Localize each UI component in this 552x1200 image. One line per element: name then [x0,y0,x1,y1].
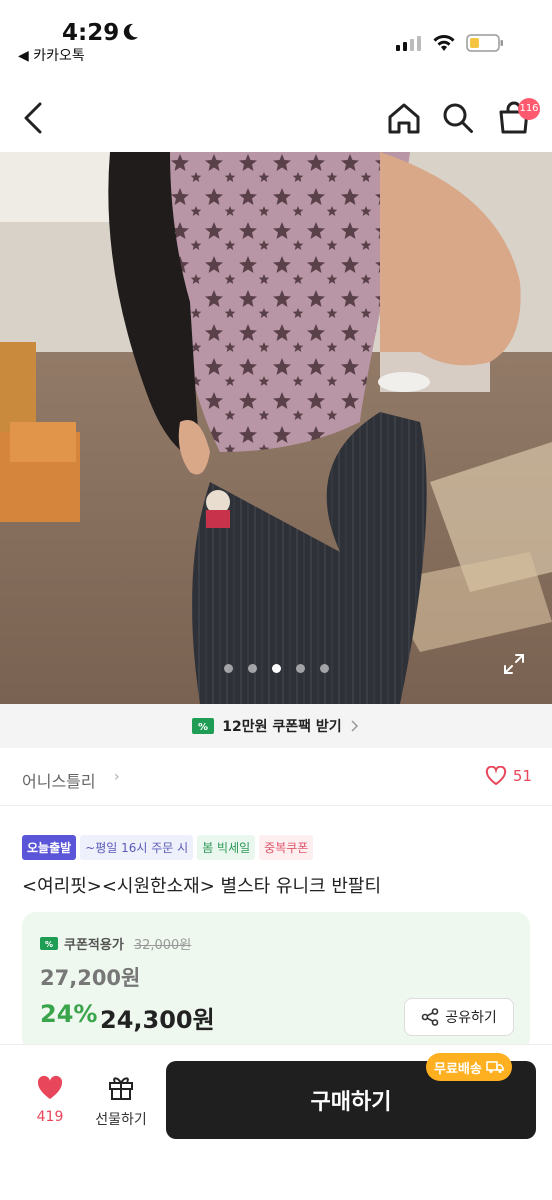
badge-spring-sale: 봄 빅세일 [197,835,256,860]
gallery-pagination [0,664,552,673]
share-icon [421,1008,439,1026]
coupon-icon: % [192,718,215,734]
search-icon[interactable] [440,100,476,136]
product-image-gallery[interactable] [0,152,552,704]
gift-icon [109,1077,133,1100]
home-icon[interactable] [386,100,422,136]
wishlist-count: 419 [36,1109,64,1125]
svg-text:%: % [45,940,53,949]
badge-today-ship: 오늘출발 [22,835,77,860]
truck-icon [486,1061,504,1073]
product-title: <여리핏><시원한소재> 별스타 유니크 반팔티 [22,876,382,897]
gallery-dot[interactable] [247,664,257,673]
bottom-action-bar: 419 선물하기 구매하기 무료배송 [0,1044,552,1200]
chevron-right-icon [351,720,358,732]
gift-label: 선물하기 [95,1112,147,1128]
gallery-dot[interactable] [295,664,305,673]
like-button[interactable]: 51 [485,766,532,786]
gallery-dot[interactable] [319,664,329,673]
coupon-price-label: 쿠폰적용가 [64,938,124,953]
battery-icon [466,34,503,52]
wifi-icon [433,35,455,51]
badge-duplicate-coupon: 중복쿠폰 [259,835,314,860]
coupon-icon: % [40,937,58,950]
heart-outline-icon [485,766,507,786]
free-shipping-label: 무료배송 [434,1061,482,1077]
seller-row: 어니스틀리 › 51 [0,748,552,806]
back-icon[interactable] [20,100,48,136]
final-price: 24,300원 [100,1006,215,1034]
gallery-dot-active[interactable] [271,664,281,673]
cellular-signal-icon [396,36,421,51]
original-price: 32,000원 [133,938,192,953]
cart-count-badge: 116 [518,98,540,120]
like-count: 51 [512,767,532,785]
seller-name[interactable]: 어니스틀리 [22,768,96,792]
svg-text:%: % [198,722,208,733]
product-photo [0,152,552,704]
free-shipping-badge: 무료배송 [426,1053,512,1081]
share-button[interactable]: 공유하기 [404,998,514,1036]
status-time: 4:29 [62,20,120,46]
discount-rate: 24% [40,1000,98,1028]
expand-icon[interactable] [502,652,526,676]
badge-order-cutoff: ~평일 16시 주문 시 [80,835,194,860]
top-nav [0,84,552,152]
moon-icon [123,23,138,40]
gift-button[interactable]: 선물하기 [88,1073,154,1129]
wishlist-button[interactable]: 419 [26,1075,74,1125]
coupon-pack-banner[interactable]: % 12만원 쿠폰팩 받기 [0,704,552,748]
share-label: 공유하기 [445,1010,497,1026]
gallery-dot[interactable] [223,664,233,673]
coupon-applied-price: 27,200원 [40,966,141,990]
back-to-app-link[interactable]: ◀ 카카오톡 [18,45,85,65]
heart-filled-icon [37,1075,63,1099]
price-card: % 쿠폰적용가 32,000원 27,200원 24% 24,300원 공유하기 [22,912,530,1052]
status-bar: 4:29 ◀ 카카오톡 [0,0,552,80]
coupon-pack-label: 12만원 쿠폰팩 받기 [222,719,342,735]
product-badges: 오늘출발 ~평일 16시 주문 시 봄 빅세일 중복쿠폰 [22,835,314,860]
seller-chevron-icon[interactable]: › [114,769,120,785]
